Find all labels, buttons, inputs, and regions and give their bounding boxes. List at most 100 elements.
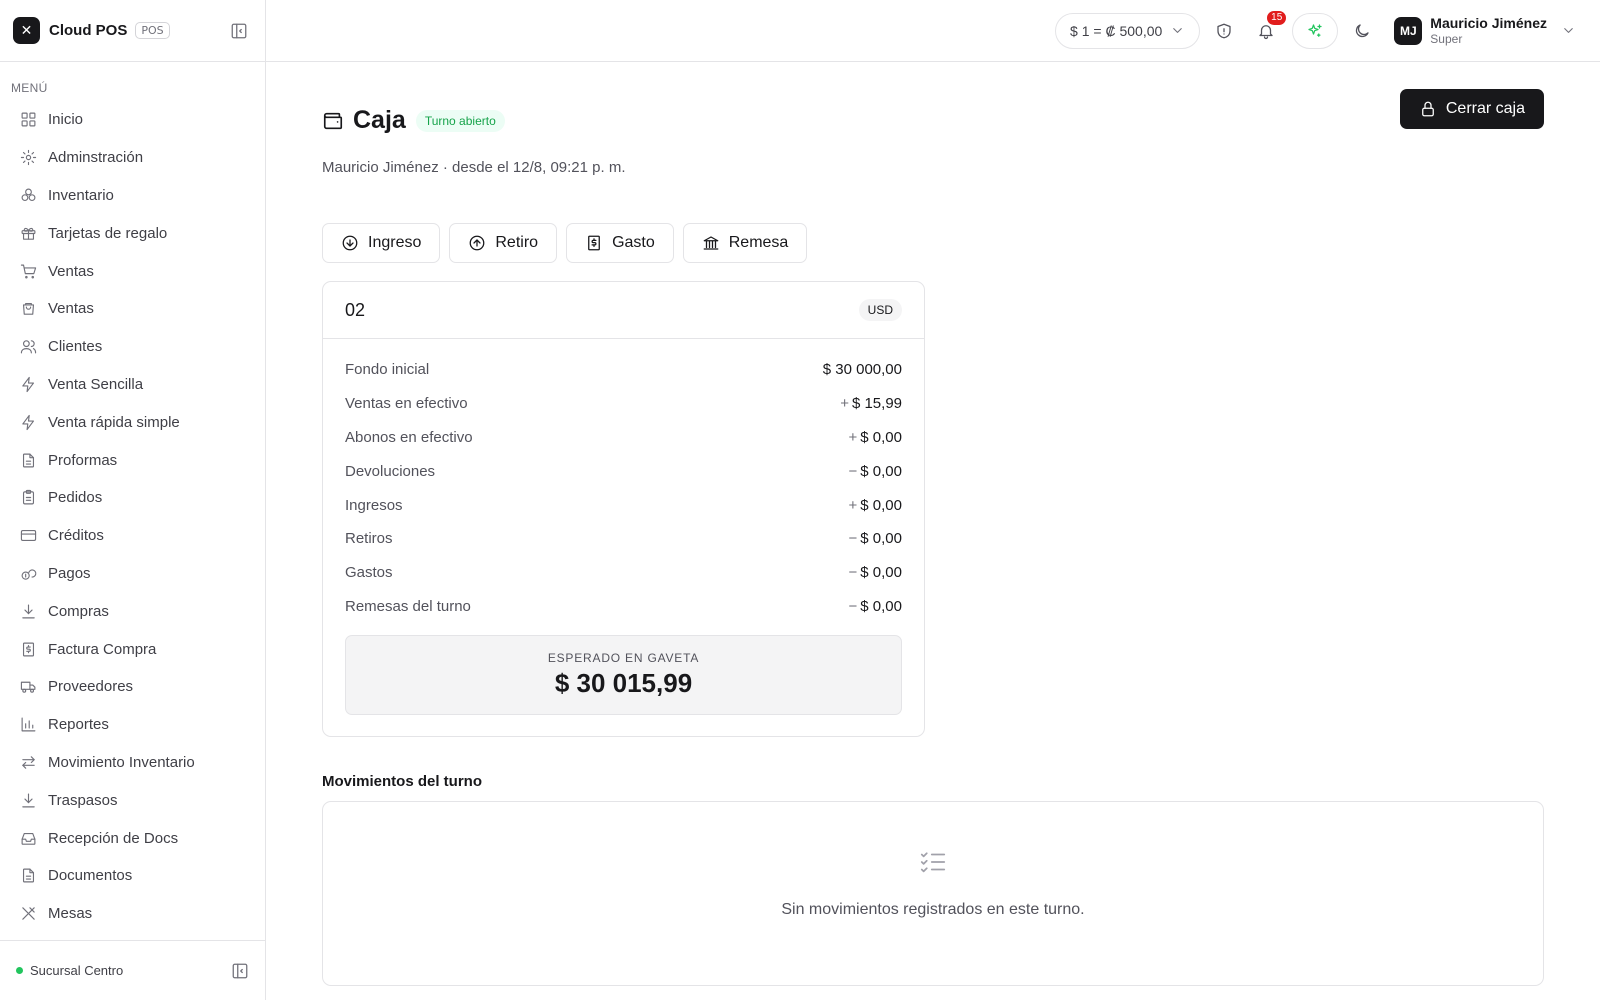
drawer-line: Ventas en efectivo + $ 15,99 bbox=[345, 387, 902, 421]
cart-icon bbox=[20, 264, 37, 279]
drawer-line-label: Retiros bbox=[345, 530, 393, 548]
drawer-line-sign: − bbox=[848, 597, 858, 615]
wallet-icon bbox=[323, 112, 343, 129]
sidebar-item-tarjetas-de-regalo[interactable]: Tarjetas de regalo bbox=[0, 214, 265, 252]
sidebar-item-documentos[interactable]: Documentos bbox=[0, 857, 265, 895]
exchange-rate-selector[interactable]: $ 1 = ₡ 500,00 bbox=[1055, 12, 1201, 49]
document-icon bbox=[22, 868, 35, 883]
inbox-icon bbox=[21, 832, 36, 845]
sidebar-item-venta-rapida-simple[interactable]: Venta rápida simple bbox=[0, 403, 265, 441]
download-icon bbox=[22, 604, 35, 619]
sidebar-item-inicio[interactable]: Inicio bbox=[0, 101, 265, 139]
sidebar-item-proveedores[interactable]: Proveedores bbox=[0, 668, 265, 706]
sidebar-item-label: Documentos bbox=[48, 867, 133, 885]
sidebar-item-label: Compras bbox=[48, 602, 109, 620]
sidebar-nav: Inicio Adminstración Inventario Tarjetas de… bbox=[0, 101, 265, 933]
ai-assistant-button[interactable] bbox=[1292, 12, 1339, 49]
sidebar-item-factura-compra[interactable]: Factura Compra bbox=[0, 630, 265, 668]
drawer-line: Abonos en efectivo + $ 0,00 bbox=[345, 421, 902, 455]
sidebar-item-ventas[interactable]: Ventas bbox=[0, 252, 265, 290]
app-logo[interactable]: ✕ bbox=[13, 17, 40, 44]
branch-name[interactable]: Sucursal Centro bbox=[30, 963, 123, 978]
sidebar-item-label: Reportes bbox=[48, 716, 109, 734]
dollar-receipt-icon bbox=[588, 235, 600, 251]
lightning-icon bbox=[22, 414, 35, 430]
brand-bar: ✕ Cloud POS POS bbox=[0, 0, 265, 62]
credit-card-icon bbox=[20, 530, 37, 542]
sidebar-item-label: Traspasos bbox=[48, 791, 118, 809]
expense-button[interactable]: Gasto bbox=[566, 223, 674, 263]
drawer-line-amount: + $ 0,00 bbox=[849, 497, 902, 514]
drawer-line-amount: − $ 0,00 bbox=[849, 463, 902, 480]
sidebar-item-traspasos[interactable]: Traspasos bbox=[0, 781, 265, 819]
arrow-up-circle-icon bbox=[469, 235, 485, 251]
sidebar-item-reportes[interactable]: Reportes bbox=[0, 706, 265, 744]
avatar: MJ bbox=[1394, 16, 1423, 45]
sidebar-item-label: Créditos bbox=[48, 527, 104, 545]
drawer-line: Remesas del turno − $ 0,00 bbox=[345, 590, 902, 624]
sidebar-item-label: Recepción de Docs bbox=[48, 829, 179, 847]
shield-icon bbox=[1217, 23, 1231, 38]
branch-status-dot bbox=[16, 967, 23, 974]
status-badge: Turno abierto bbox=[415, 109, 505, 132]
theme-toggle-button[interactable] bbox=[1344, 13, 1380, 49]
sidebar-item-label: Inicio bbox=[48, 111, 84, 129]
currency-badge: USD bbox=[858, 299, 902, 321]
sidebar-item-label: Factura Compra bbox=[48, 640, 157, 658]
sidebar-item-ventas[interactable]: Ventas bbox=[0, 290, 265, 328]
drawer-line-label: Ingresos bbox=[345, 496, 403, 514]
drawer-line-amount: − $ 0,00 bbox=[849, 564, 902, 581]
drawer-line-label: Remesas del turno bbox=[345, 597, 471, 615]
sidebar-item-mesas[interactable]: Mesas bbox=[0, 895, 265, 933]
sidebar-item-creditos[interactable]: Créditos bbox=[0, 517, 265, 555]
sidebar-item-movimiento-inventario[interactable]: Movimiento Inventario bbox=[0, 744, 265, 782]
drawer-line-sign: − bbox=[848, 564, 858, 582]
notifications-button[interactable]: 15 bbox=[1248, 8, 1289, 49]
drawer-line-value: $ 0,00 bbox=[860, 496, 902, 514]
withdrawal-label: Retiro bbox=[495, 234, 539, 251]
expense-label: Gasto bbox=[612, 234, 655, 251]
sidebar-footer: Sucursal Centro bbox=[0, 940, 265, 1000]
drawer-line-amount: − $ 0,00 bbox=[849, 598, 902, 615]
sidebar-item-proformas[interactable]: Proformas bbox=[0, 441, 265, 479]
arrow-down-circle-icon bbox=[342, 235, 358, 251]
user-info: Mauricio Jiménez Super bbox=[1430, 15, 1547, 46]
clipboard-icon bbox=[22, 490, 35, 505]
sidebar-item-pagos[interactable]: Pagos bbox=[0, 555, 265, 593]
sidebar-item-label: Proformas bbox=[48, 451, 118, 469]
drawer-line: Retiros − $ 0,00 bbox=[345, 522, 902, 556]
drawer-line-amount: $ 30 000,00 bbox=[820, 361, 902, 378]
sidebar-item-recepcion-de-docs[interactable]: Recepción de Docs bbox=[0, 819, 265, 857]
drawer-header: 02 USD bbox=[323, 282, 924, 339]
user-role: Super bbox=[1430, 31, 1463, 46]
drawer-line-label: Abonos en efectivo bbox=[345, 428, 473, 446]
app-name: Cloud POS bbox=[49, 22, 128, 39]
sidebar-item-label: Venta Sencilla bbox=[48, 375, 144, 393]
drawer-lines: Fondo inicial $ 30 000,00 Ventas en efecti… bbox=[323, 339, 924, 623]
drawer-line-sign: − bbox=[848, 462, 858, 480]
user-menu[interactable]: MJ Mauricio Jiménez Super bbox=[1394, 15, 1576, 46]
sidebar-item-label: Pedidos bbox=[48, 489, 103, 507]
coins-icon bbox=[21, 569, 37, 580]
gear-icon bbox=[20, 150, 37, 166]
remittance-button[interactable]: Remesa bbox=[682, 223, 808, 263]
security-button[interactable] bbox=[1206, 13, 1242, 49]
sidebar-collapse-button[interactable] bbox=[226, 18, 252, 44]
sidebar-item-adminstracion[interactable]: Adminstración bbox=[0, 139, 265, 177]
sidebar-item-pedidos[interactable]: Pedidos bbox=[0, 479, 265, 517]
drawer-name: 02 bbox=[345, 299, 366, 320]
sidebar-item-compras[interactable]: Compras bbox=[0, 592, 265, 630]
drawer-line: Devoluciones − $ 0,00 bbox=[345, 454, 902, 488]
sidebar-item-clientes[interactable]: Clientes bbox=[0, 328, 265, 366]
sidebar-item-inventario[interactable]: Inventario bbox=[0, 177, 265, 215]
sidebar: ✕ Cloud POS POS MENÚ Inicio Adminstración… bbox=[0, 0, 266, 1000]
drawer-line-value: $ 0,00 bbox=[860, 530, 902, 548]
panel-left-icon bbox=[232, 963, 248, 978]
income-button[interactable]: Ingreso bbox=[322, 223, 441, 263]
sidebar-item-venta-sencilla[interactable]: Venta Sencilla bbox=[0, 366, 265, 404]
close-register-button[interactable]: Cerrar caja bbox=[1399, 89, 1544, 129]
lightning-icon bbox=[22, 376, 35, 393]
cash-drawer-card: 02 USD Fondo inicial $ 30 000,00 Ventas en… bbox=[322, 281, 925, 737]
withdrawal-button[interactable]: Retiro bbox=[449, 223, 558, 263]
footer-collapse-button[interactable] bbox=[231, 962, 249, 980]
